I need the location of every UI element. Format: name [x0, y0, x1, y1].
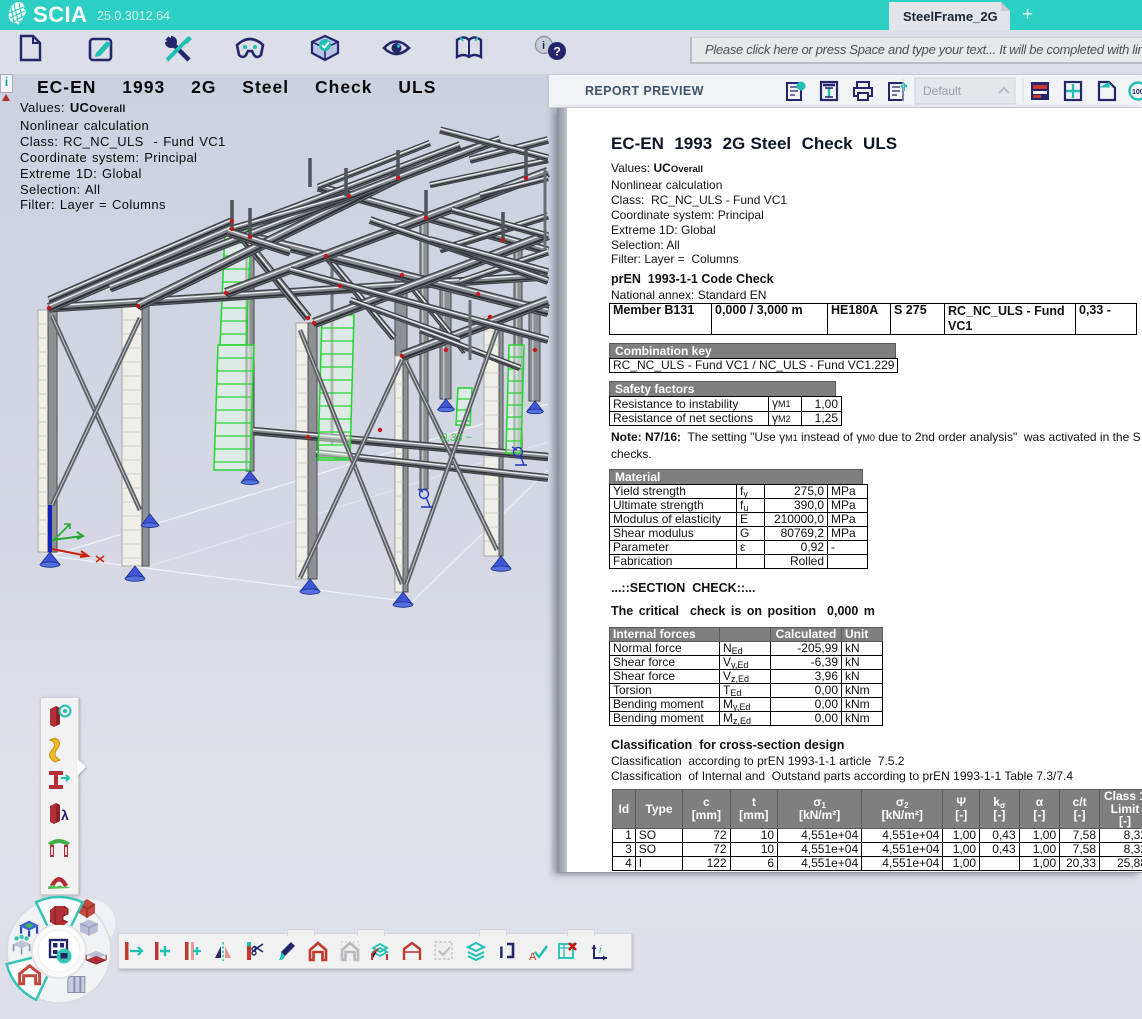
svg-text:?: ? — [554, 45, 561, 59]
svg-text:Default: Default — [923, 84, 962, 98]
svg-text:i: i — [599, 944, 602, 956]
svg-text:0,33 ~: 0,33 ~ — [441, 432, 472, 444]
svg-text:i: i — [542, 40, 545, 52]
svg-text:100: 100 — [1132, 89, 1142, 96]
svg-text:I: I — [499, 943, 504, 962]
svg-text:λ: λ — [61, 807, 69, 823]
